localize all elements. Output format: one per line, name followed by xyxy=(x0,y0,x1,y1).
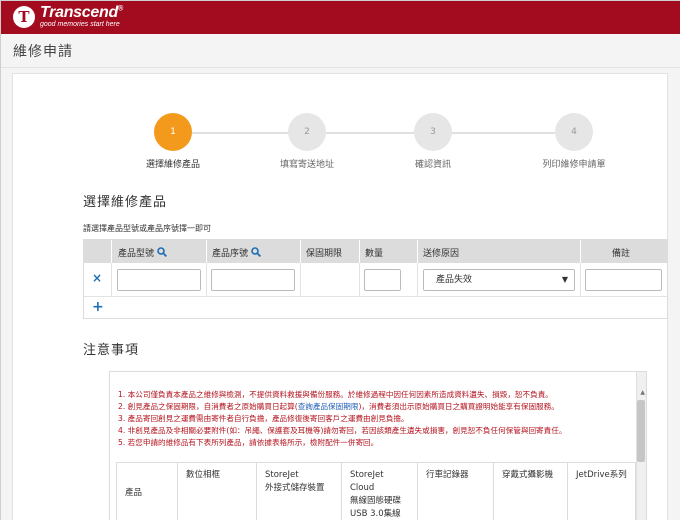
repair-reason-select[interactable]: 產品失效 ▼ xyxy=(423,269,575,291)
step-3-indicator: 3 xyxy=(414,113,452,151)
warranty-lookup-link[interactable]: 查詢產品保固期限 xyxy=(298,402,359,411)
repair-reason-value: 產品失效 xyxy=(436,275,473,285)
notice-item: 4. 非創見產品及非相關必要附件(如：吊繩、保護套及耳機等)請勿寄回，若因該類產… xyxy=(118,426,567,435)
step-connector xyxy=(326,132,414,134)
scrollbar-thumb[interactable] xyxy=(637,400,645,462)
notice-list: 1. 本公司僅負責本產品之維修與檢測，不提供資料救援與備份服務。於維修過程中因任… xyxy=(118,389,628,449)
step-1-label: 選擇維修產品 xyxy=(145,160,200,170)
col-qty-header: 數量 xyxy=(365,249,384,259)
col-divider xyxy=(111,263,112,296)
col-divider xyxy=(417,263,418,296)
product-model-input[interactable] xyxy=(117,269,201,291)
col-model-header: 產品型號 xyxy=(118,246,168,259)
scroll-up-arrow-icon[interactable]: ▲ xyxy=(640,389,645,396)
accessory-table-cell: JetDrive系列 xyxy=(568,463,636,520)
col-divider xyxy=(300,263,301,296)
notice-item: 2. 創見產品之保固期限，自消費者之原始購買日起算(查詢產品保固期限)，消費者須… xyxy=(118,402,559,411)
add-row-button[interactable]: + xyxy=(92,299,104,315)
step-3-label: 確認資訊 xyxy=(414,160,451,170)
note-input[interactable] xyxy=(585,269,662,291)
step-2-indicator: 2 xyxy=(288,113,326,151)
page-header: 維修申請 xyxy=(1,34,680,68)
dropdown-caret-icon: ▼ xyxy=(561,275,568,284)
row-divider xyxy=(84,296,667,297)
product-serial-input[interactable] xyxy=(211,269,295,291)
brand-mark: T xyxy=(13,6,35,28)
brand-name: Transcend® xyxy=(40,4,123,21)
step-connector xyxy=(452,132,555,134)
step-2-label: 填寫寄送地址 xyxy=(279,160,334,170)
notice-heading: 注意事項 xyxy=(83,343,140,358)
accessory-table-cell: 穿戴式攝影機 xyxy=(494,463,568,520)
accessory-table-cell: StoreJet 外接式儲存裝置 xyxy=(257,463,342,520)
col-divider xyxy=(206,263,207,296)
search-icon[interactable] xyxy=(251,247,262,257)
top-bar: T Transcend® good memories start here xyxy=(1,1,680,34)
notice-box: 1. 本公司僅負責本產品之維修與檢測，不提供資料救援與備份服務。於維修過程中因任… xyxy=(109,371,647,520)
step-connector xyxy=(192,132,288,134)
step-1-indicator: 1 xyxy=(154,113,192,151)
select-product-heading: 選擇維修產品 xyxy=(83,195,168,210)
delete-row-button[interactable]: × xyxy=(92,271,102,285)
select-hint: 請選擇產品型號或產品序號擇一即可 xyxy=(83,224,211,233)
col-divider xyxy=(580,263,581,296)
col-serial-header: 產品序號 xyxy=(212,246,262,259)
col-warranty-header: 保固期限 xyxy=(306,249,343,259)
accessory-table: 產品 數位相框 StoreJet 外接式儲存裝置 StoreJet Cloud … xyxy=(116,462,636,520)
notice-scrollbar[interactable]: ▲ xyxy=(636,372,646,520)
transcend-logo[interactable]: T Transcend® good memories start here xyxy=(13,4,163,31)
product-table: 產品型號 產品序號 保固期限 數量 送修原因 備註 × 產品失效 ▼ + xyxy=(83,239,668,319)
brand-tagline: good memories start here xyxy=(40,21,120,28)
search-icon[interactable] xyxy=(157,247,168,257)
notice-item: 1. 本公司僅負責本產品之維修與檢測，不提供資料救援與備份服務。於維修過程中因任… xyxy=(118,390,553,399)
accessory-table-cell: 數位相框 xyxy=(178,463,257,520)
quantity-input[interactable] xyxy=(364,269,401,291)
col-note-header: 備註 xyxy=(612,249,631,259)
accessory-table-cell: StoreJet Cloud 無線固態硬碟 USB 3.0集線器 (Hub) xyxy=(342,463,418,520)
col-reason-header: 送修原因 xyxy=(423,249,460,259)
page-title: 維修申請 xyxy=(13,44,73,60)
notice-item: 3. 產品寄回創見之運費需由寄件者自行負擔，產品修復後寄回客戶之運費由創見負擔。 xyxy=(118,414,409,423)
accessory-table-cell: 行車記錄器 xyxy=(418,463,494,520)
step-4-label: 列印維修申請單 xyxy=(542,160,606,170)
step-4-indicator: 4 xyxy=(555,113,593,151)
col-divider xyxy=(359,263,360,296)
notice-item: 5. 若您申請的維修品有下表所列產品，請依據表格所示，檢附配件一併寄回。 xyxy=(118,438,379,447)
accessory-table-row-header: 產品 xyxy=(116,463,178,520)
